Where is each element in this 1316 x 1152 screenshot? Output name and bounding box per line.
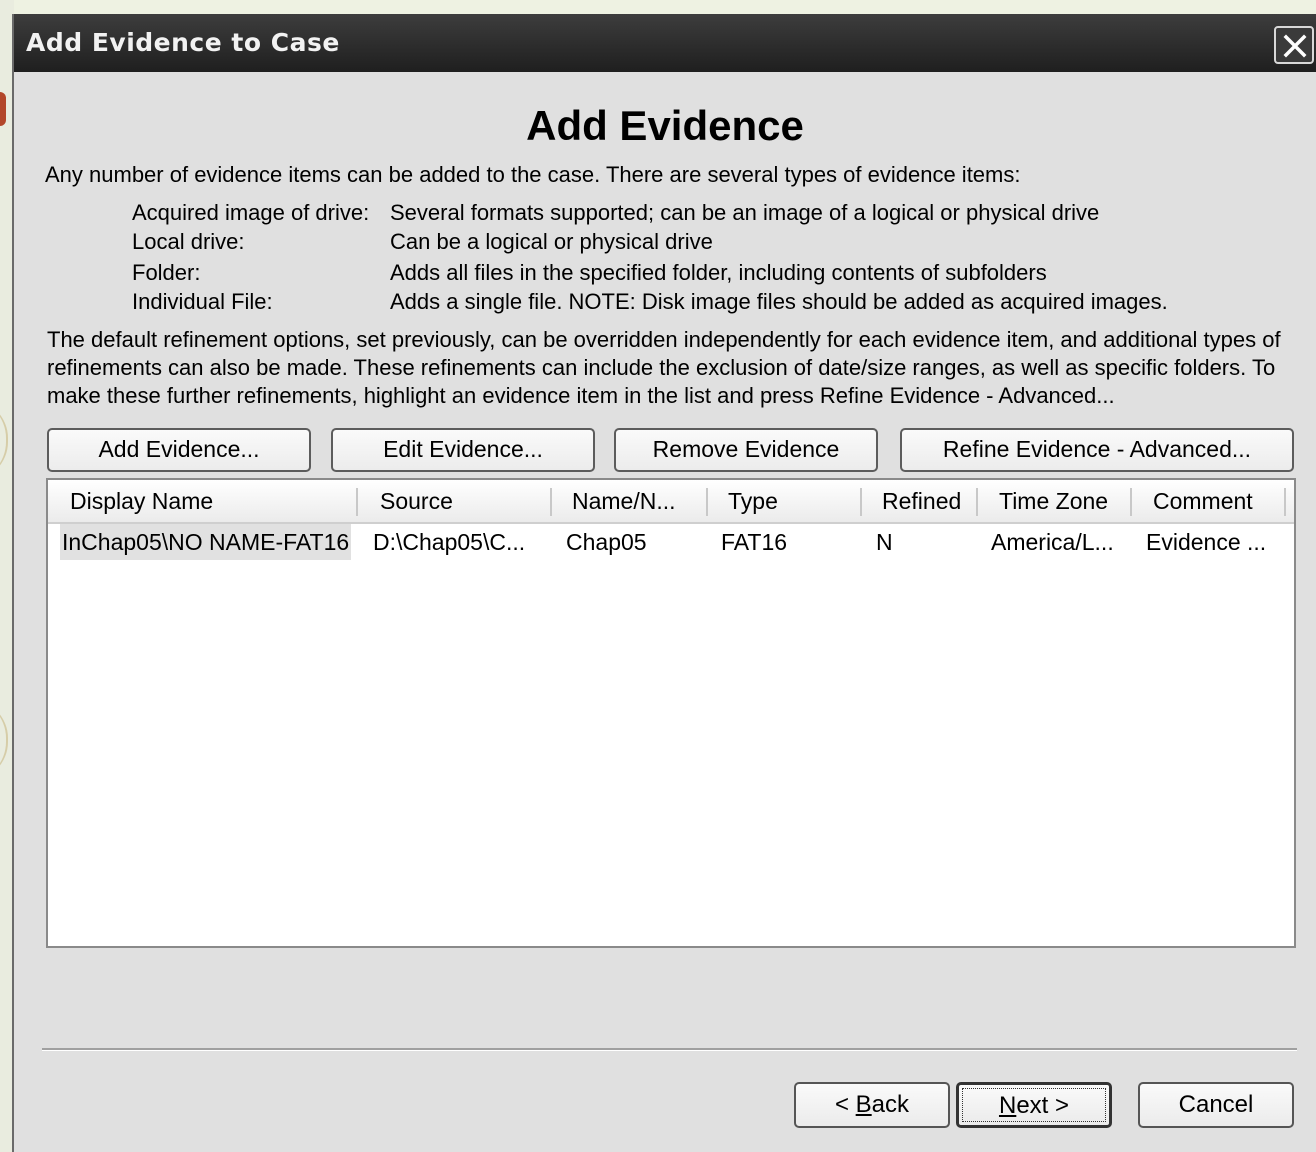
evidence-type-label: Local drive: [132,229,245,254]
back-mnemonic: B [855,1091,872,1118]
add-evidence-dialog: Add Evidence to Case Add Evidence Any nu… [12,14,1316,1152]
evidence-type-label: Individual File: [132,289,273,314]
column-header-comment[interactable]: Comment [1153,480,1253,522]
evidence-type-description: Can be a logical or physical drive [390,229,713,254]
column-header-refined[interactable]: Refined [882,480,961,522]
title-bar: Add Evidence to Case [14,14,1316,72]
page-heading: Add Evidence [526,102,804,149]
next-button[interactable]: Next > [956,1082,1112,1128]
add-evidence-button[interactable]: Add Evidence... [47,428,311,472]
evidence-list[interactable]: Display Name Source Name/N... Type Refin… [46,478,1296,948]
cell-name: Chap05 [566,529,647,555]
remove-evidence-button[interactable]: Remove Evidence [614,428,878,472]
background-curve [0,700,8,780]
cell-time-zone: America/L... [991,529,1114,555]
column-separator[interactable] [550,488,552,516]
column-header-name[interactable]: Name/N... [572,480,676,522]
edit-evidence-button[interactable]: Edit Evidence... [331,428,595,472]
column-header-source[interactable]: Source [380,480,453,522]
column-separator[interactable] [1284,488,1286,516]
back-button[interactable]: < Back [794,1082,950,1128]
column-separator[interactable] [706,488,708,516]
column-separator[interactable] [976,488,978,516]
list-header: Display Name Source Name/N... Type Refin… [48,480,1294,524]
evidence-type-description: Adds a single file. NOTE: Disk image fil… [390,289,1168,314]
evidence-type-label: Acquired image of drive: [132,200,370,225]
refinement-description: The default refinement options, set prev… [47,327,1281,408]
back-label-rest: ack [871,1091,910,1118]
cell-refined: N [876,529,893,555]
cell-display-name: InChap05\NO NAME-FAT16 [60,524,352,560]
focus-rectangle [962,1088,1106,1122]
evidence-type-description: Adds all files in the specified folder, … [390,260,1047,285]
close-button[interactable] [1274,26,1314,64]
column-separator[interactable] [860,488,862,516]
back-prefix: < [834,1091,856,1118]
cell-source: D:\Chap05\C... [373,529,526,555]
evidence-type-description: Several formats supported; can be an ima… [390,200,1100,225]
close-icon [1283,34,1307,58]
cell-comment: Evidence ... [1146,529,1267,555]
table-row[interactable]: InChap05\NO NAME-FAT16 D:\Chap05\C... Ch… [48,524,1294,560]
column-header-display-name[interactable]: Display Name [70,480,213,522]
window-title: Add Evidence to Case [26,28,340,57]
column-header-type[interactable]: Type [728,480,778,522]
background-accent [0,92,6,126]
cell-type: FAT16 [721,529,788,555]
background-curve [0,400,8,480]
column-header-time-zone[interactable]: Time Zone [999,480,1108,522]
footer-divider [42,1048,1297,1051]
evidence-type-label: Folder: [132,260,201,285]
column-separator[interactable] [356,488,358,516]
cancel-button[interactable]: Cancel [1138,1082,1294,1128]
intro-text: Any number of evidence items can be adde… [45,162,1021,187]
column-separator[interactable] [1130,488,1132,516]
refine-evidence-advanced-button[interactable]: Refine Evidence - Advanced... [900,428,1294,472]
